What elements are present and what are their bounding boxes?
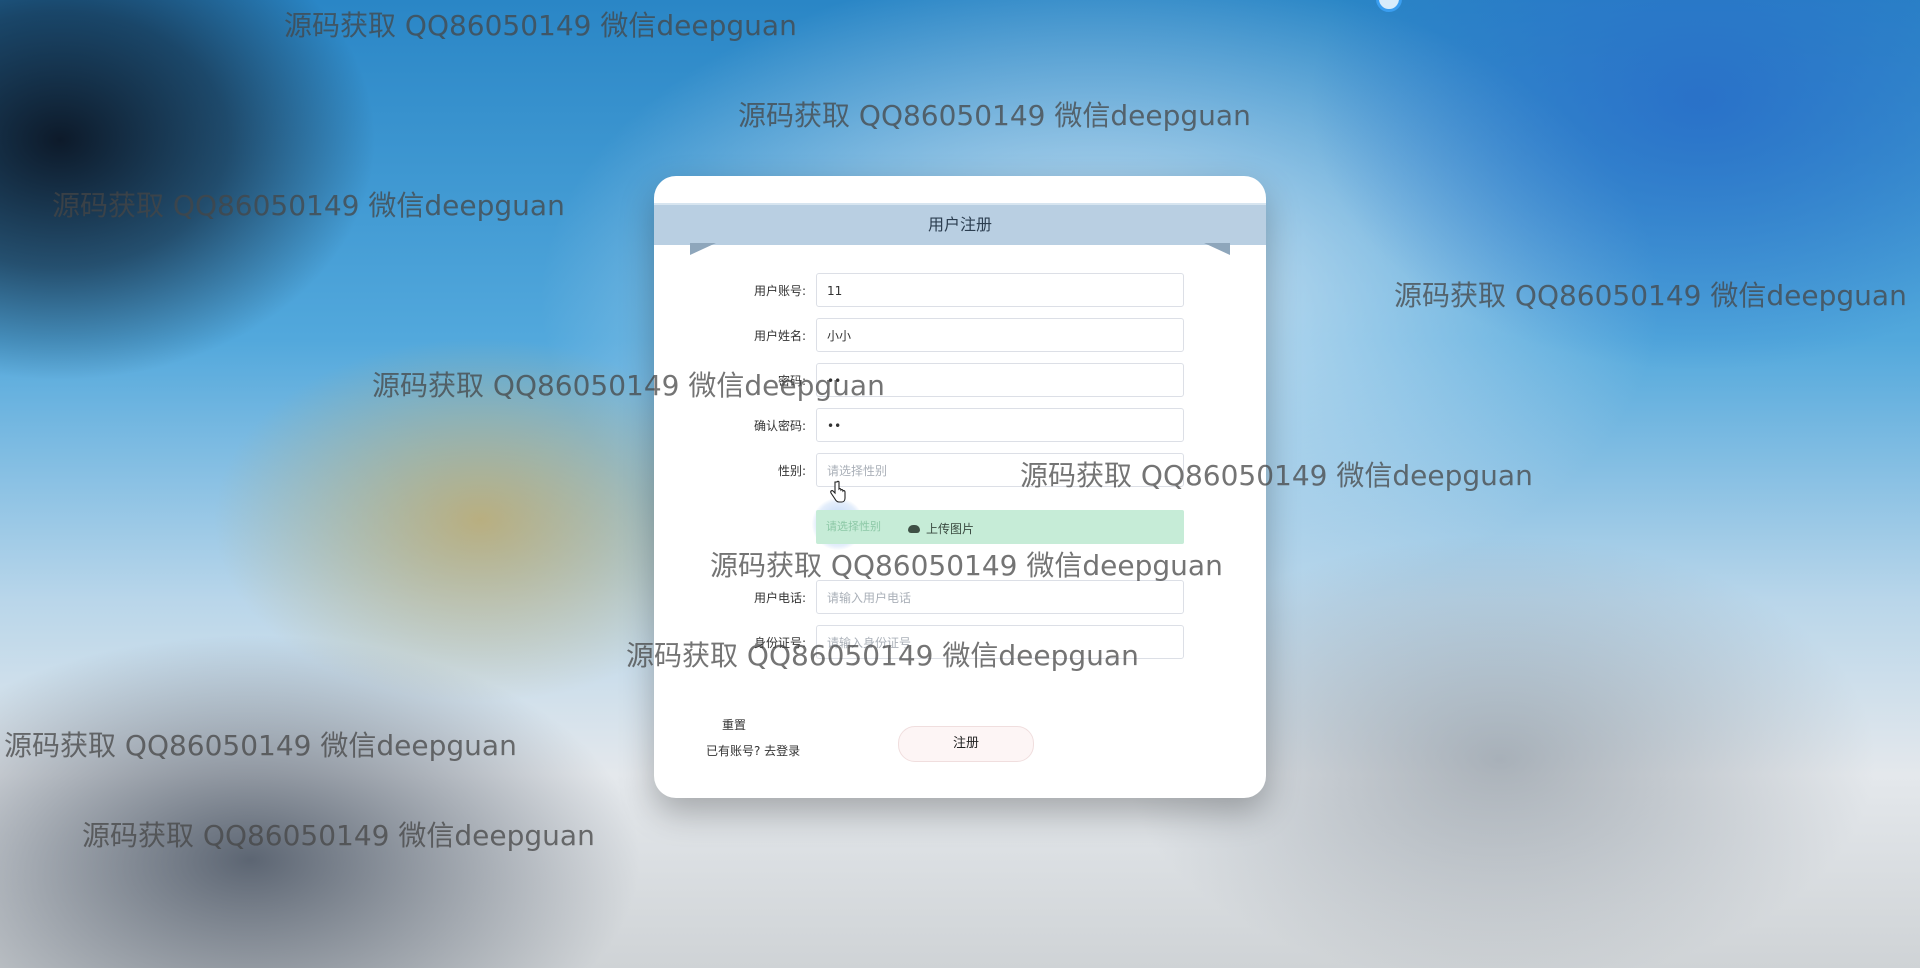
- watermark-text: 源码获取 QQ86050149 微信deepguan: [738, 99, 1251, 132]
- ribbon-tail-right: [1204, 243, 1230, 255]
- upload-button-label: 上传图片: [926, 522, 975, 536]
- watermark-text: 源码获取 QQ86050149 微信deepguan: [82, 819, 595, 852]
- row-id-number: 身份证号: 请输入身份证号: [694, 625, 1214, 661]
- phone-label: 用户电话:: [753, 591, 806, 605]
- confirm-password-input[interactable]: ••: [816, 408, 1184, 442]
- watermark-text: 源码获取 QQ86050149 微信deepguan: [52, 189, 565, 222]
- go-login-link[interactable]: 已有账号? 去登录: [706, 742, 800, 759]
- password-label: 密码:: [777, 374, 806, 388]
- phone-input[interactable]: 请输入用户电话: [816, 580, 1184, 614]
- watermark-text: 源码获取 QQ86050149 微信deepguan: [1394, 279, 1907, 312]
- name-label: 用户姓名:: [753, 329, 806, 343]
- gender-select[interactable]: 请选择性别: [816, 453, 1184, 487]
- password-input[interactable]: ••: [816, 363, 1184, 397]
- floating-avatar-dot: [1376, 0, 1402, 12]
- upload-area[interactable]: 请选择性别 上传图片: [816, 510, 1184, 544]
- row-phone: 用户电话: 请输入用户电话: [694, 580, 1214, 616]
- name-input[interactable]: 小小: [816, 318, 1184, 352]
- id-number-input[interactable]: 请输入身份证号: [816, 625, 1184, 659]
- hand-cursor-icon: [830, 480, 846, 503]
- gender-label: 性别:: [777, 464, 806, 478]
- register-button[interactable]: 注册: [898, 726, 1034, 762]
- row-confirm-password: 确认密码: ••: [694, 408, 1214, 444]
- account-label: 用户账号:: [753, 284, 806, 298]
- row-account: 用户账号: 11: [694, 273, 1214, 309]
- upload-hint: 请选择性别: [826, 520, 881, 533]
- row-gender: 性别: 请选择性别: [694, 453, 1214, 489]
- id-number-label: 身份证号:: [753, 636, 806, 650]
- register-card: 用户注册 用户账号: 11 用户姓名: 小小 密码: •• 确认密码: •• 性…: [654, 176, 1266, 798]
- cloud-upload-icon: [908, 525, 920, 533]
- confirm-password-label: 确认密码:: [753, 419, 806, 433]
- watermark-text: 源码获取 QQ86050149 微信deepguan: [4, 729, 517, 762]
- upload-button[interactable]: 上传图片: [908, 519, 974, 539]
- row-password: 密码: ••: [694, 363, 1214, 399]
- watermark-text: 源码获取 QQ86050149 微信deepguan: [284, 9, 797, 42]
- page-title: 用户注册: [927, 215, 992, 234]
- account-input[interactable]: 11: [816, 273, 1184, 307]
- row-name: 用户姓名: 小小: [694, 318, 1214, 354]
- title-ribbon: 用户注册: [654, 203, 1266, 245]
- ribbon-tail-left: [690, 243, 716, 255]
- reset-button[interactable]: 重置: [722, 716, 746, 733]
